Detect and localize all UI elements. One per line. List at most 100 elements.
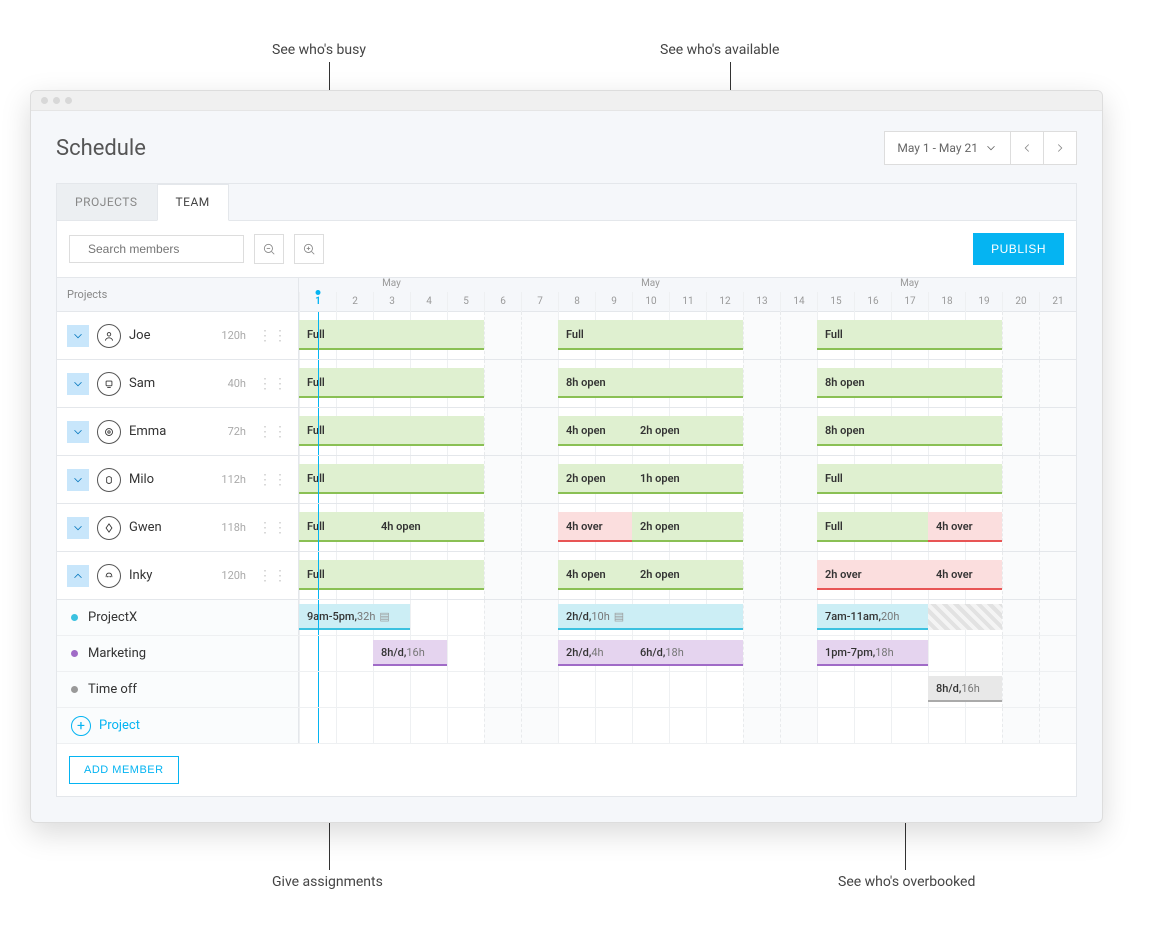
schedule-bar[interactable]: Full — [299, 368, 484, 398]
member-hours: 120h — [221, 329, 246, 342]
schedule-bar[interactable]: Full — [299, 464, 484, 494]
schedule-bar[interactable] — [928, 604, 1002, 630]
project-name: ProjectX — [88, 610, 137, 625]
chevron-icon — [71, 377, 85, 391]
member-name: Inky — [129, 568, 152, 583]
date-range-picker[interactable]: May 1 - May 21 — [884, 131, 1011, 165]
member-row: Sam 40h ⋮⋮ Full 8h open 8h open — [57, 360, 1076, 408]
drag-handle[interactable]: ⋮⋮ — [258, 477, 288, 483]
callout-busy: See who's busy — [272, 42, 366, 58]
tab-team[interactable]: TEAM — [157, 184, 229, 221]
schedule-bar[interactable]: 2h/d, 10h ▤ — [558, 604, 743, 630]
zoom-in-button[interactable] — [294, 234, 324, 264]
avatar-icon — [97, 324, 121, 348]
callout-available: See who's available — [660, 42, 779, 58]
project-subrow: Marketing 8h/d, 16h 2h/d, 4h6h/d, 18h 1pm-… — [57, 636, 1076, 672]
member-name: Emma — [129, 424, 166, 439]
chevron-icon — [71, 569, 85, 583]
expand-toggle[interactable] — [67, 565, 89, 587]
member-hours: 40h — [228, 377, 246, 390]
schedule-bar[interactable]: 2h open — [558, 464, 632, 494]
schedule-bar[interactable]: 1h open — [632, 464, 743, 494]
schedule-bar[interactable]: 2h open — [632, 512, 743, 542]
project-subrow: ProjectX 9am-5pm, 32h ▤ 2h/d, 10h ▤ 7am-11… — [57, 600, 1076, 636]
schedule-bar[interactable]: 4h open — [558, 416, 632, 446]
schedule-bar[interactable]: 4h over — [928, 512, 1002, 542]
callout-assignments: Give assignments — [272, 874, 383, 890]
member-hours: 118h — [221, 521, 246, 534]
schedule-bar[interactable]: Full — [299, 560, 484, 590]
publish-button[interactable]: PUBLISH — [973, 233, 1064, 265]
schedule-bar[interactable]: 2h open — [632, 560, 743, 590]
schedule-bar[interactable]: Full — [299, 512, 373, 542]
expand-toggle[interactable] — [67, 421, 89, 443]
schedule-bar[interactable]: 2h open — [632, 416, 743, 446]
zoom-out-icon — [262, 242, 276, 256]
schedule-bar[interactable]: 7am-11am, 20h — [817, 604, 928, 630]
schedule-bar[interactable]: 8h open — [558, 368, 743, 398]
schedule-bar[interactable]: 4h open — [558, 560, 632, 590]
schedule-bar[interactable]: 6h/d, 18h — [632, 640, 743, 666]
add-project-label: Project — [99, 718, 140, 733]
member-hours: 72h — [228, 425, 246, 438]
page-title: Schedule — [56, 136, 146, 161]
schedule-bar[interactable]: 4h open — [373, 512, 484, 542]
schedule-bar[interactable]: 8h/d, 16h — [928, 676, 1002, 702]
member-name: Gwen — [129, 520, 162, 535]
schedule-bar[interactable]: Full — [299, 416, 484, 446]
member-row: Joe 120h ⋮⋮ Full Full Full — [57, 312, 1076, 360]
schedule-bar[interactable]: 9am-5pm, 32h ▤ — [299, 604, 410, 630]
chevron-icon — [71, 521, 85, 535]
project-subrow: Time off 8h/d, 16h — [57, 672, 1076, 708]
note-icon: ▤ — [379, 610, 389, 623]
member-row: Milo 112h ⋮⋮ Full 2h open1h open Full — [57, 456, 1076, 504]
schedule-bar[interactable]: 2h over — [817, 560, 928, 590]
add-member-button[interactable]: ADD MEMBER — [69, 756, 179, 784]
drag-handle[interactable]: ⋮⋮ — [258, 333, 288, 339]
schedule-bar[interactable]: 8h/d, 16h — [373, 640, 447, 666]
prev-button[interactable] — [1010, 131, 1044, 165]
chevron-left-icon — [1020, 141, 1034, 155]
member-row: Gwen 118h ⋮⋮ Full4h open4h over2h openFu… — [57, 504, 1076, 552]
member-hours: 112h — [221, 473, 246, 486]
member-hours: 120h — [221, 569, 246, 582]
project-color-dot — [71, 686, 78, 693]
tab-projects[interactable]: PROJECTS — [57, 184, 157, 220]
app-window: Schedule May 1 - May 21 PROJECTS TEAM — [30, 90, 1103, 823]
drag-handle[interactable]: ⋮⋮ — [258, 381, 288, 387]
avatar-icon — [97, 420, 121, 444]
next-button[interactable] — [1043, 131, 1077, 165]
add-project-row[interactable]: + Project — [57, 708, 1076, 744]
schedule-bar[interactable]: Full — [817, 512, 928, 542]
expand-toggle[interactable] — [67, 373, 89, 395]
schedule-bar[interactable]: Full — [817, 464, 1002, 494]
member-row: Inky 120h ⋮⋮ Full 4h open2h open 2h over4h… — [57, 552, 1076, 600]
schedule-bar[interactable]: Full — [817, 320, 1002, 350]
member-name: Milo — [129, 472, 154, 487]
schedule-bar[interactable]: Full — [558, 320, 743, 350]
zoom-out-button[interactable] — [254, 234, 284, 264]
drag-handle[interactable]: ⋮⋮ — [258, 525, 288, 531]
chevron-icon — [71, 473, 85, 487]
search-input[interactable] — [69, 235, 244, 263]
expand-toggle[interactable] — [67, 469, 89, 491]
expand-toggle[interactable] — [67, 325, 89, 347]
project-color-dot — [71, 650, 78, 657]
schedule-bar[interactable]: 8h open — [817, 416, 1002, 446]
schedule-bar[interactable]: 2h/d, 4h — [558, 640, 632, 666]
schedule-bar[interactable]: 1pm-7pm, 18h — [817, 640, 928, 666]
chevron-icon — [71, 329, 85, 343]
schedule-bar[interactable]: 4h over — [558, 512, 632, 542]
expand-toggle[interactable] — [67, 517, 89, 539]
drag-handle[interactable]: ⋮⋮ — [258, 429, 288, 435]
search-field[interactable] — [88, 242, 243, 256]
zoom-in-icon — [302, 242, 316, 256]
schedule-bar[interactable]: 4h over — [928, 560, 1002, 590]
chevron-right-icon — [1053, 141, 1067, 155]
schedule-bar[interactable]: Full — [299, 320, 484, 350]
member-name: Sam — [129, 376, 155, 391]
member-name: Joe — [129, 328, 150, 343]
schedule-bar[interactable]: 8h open — [817, 368, 1002, 398]
drag-handle[interactable]: ⋮⋮ — [258, 573, 288, 579]
project-name: Marketing — [88, 646, 146, 661]
